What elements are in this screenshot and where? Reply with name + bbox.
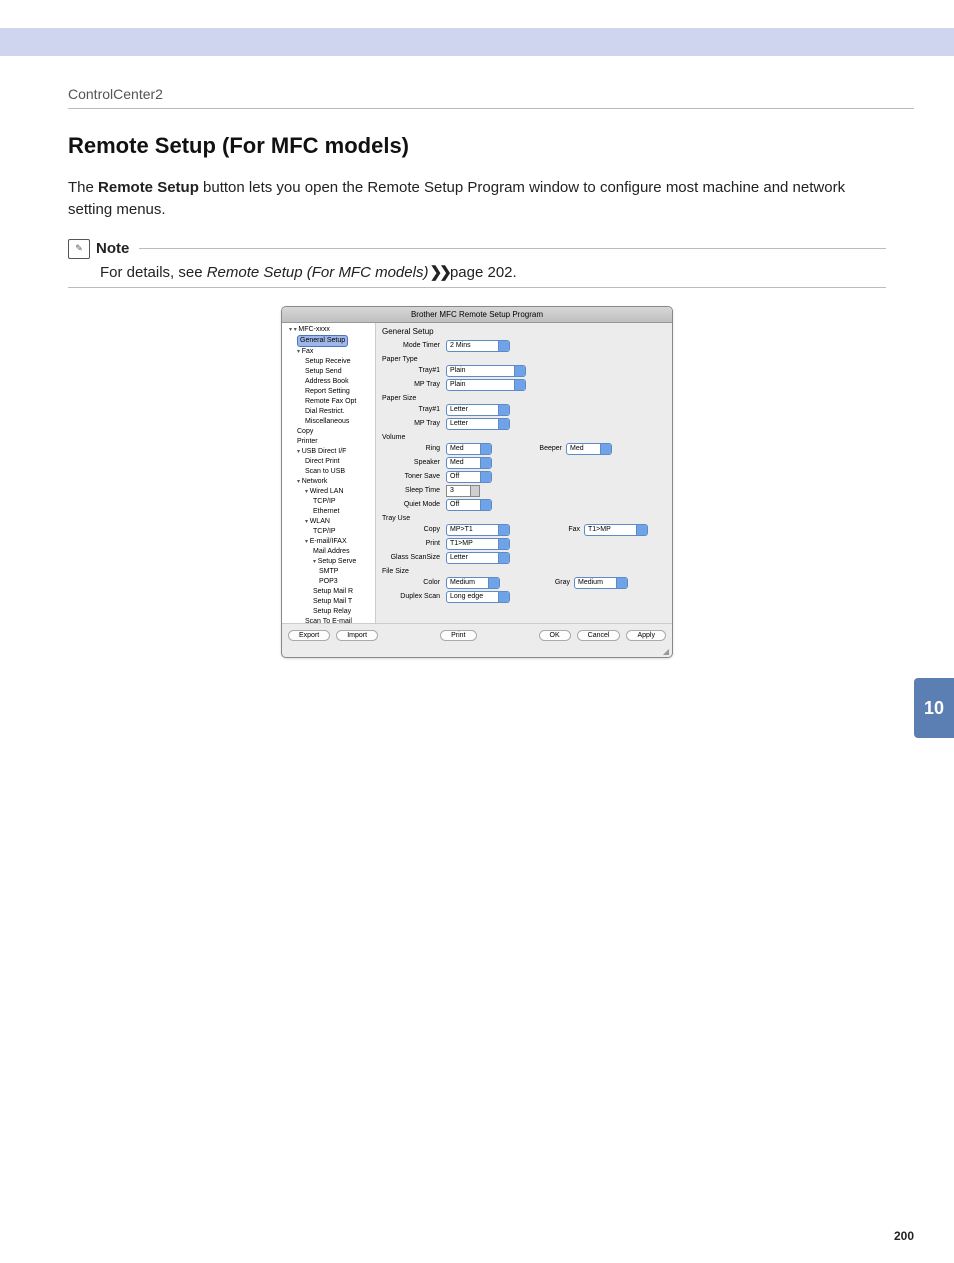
- beeper-select[interactable]: Med: [566, 443, 612, 455]
- paper-type-mp-select[interactable]: Plain: [446, 379, 526, 391]
- tree-item[interactable]: Setup Mail T: [285, 597, 375, 607]
- note-rule-bottom: [68, 287, 886, 288]
- tree-item[interactable]: Address Book: [285, 377, 375, 387]
- glass-scan-select[interactable]: Letter: [446, 552, 510, 564]
- tree-item[interactable]: ▾ Setup Serve: [285, 557, 375, 567]
- label-tray-use: Tray Use: [382, 515, 666, 522]
- tree-item[interactable]: POP3: [285, 577, 375, 587]
- tree-item[interactable]: Printer: [285, 437, 375, 447]
- tree-item[interactable]: TCP/IP: [285, 527, 375, 537]
- note-body: For details, see Remote Setup (For MFC m…: [100, 263, 886, 281]
- header-rule: [68, 108, 914, 109]
- label-volume: Volume: [382, 434, 666, 441]
- settings-tree[interactable]: ▾ MFC-xxxxGeneral Setup▾ FaxSetup Receiv…: [282, 323, 376, 623]
- resize-grip-icon: ◢: [282, 647, 672, 657]
- form-panel: General Setup Mode Timer 2 Mins Paper Ty…: [376, 323, 672, 623]
- ok-button[interactable]: OK: [539, 630, 571, 641]
- tree-item[interactable]: ▾ MFC-xxxx: [285, 325, 375, 335]
- tree-item[interactable]: Remote Fax Opt: [285, 397, 375, 407]
- label-quiet-mode: Quiet Mode: [382, 501, 446, 508]
- remote-setup-window: Brother MFC Remote Setup Program ▾ MFC-x…: [281, 306, 673, 658]
- tree-item[interactable]: Ethernet: [285, 507, 375, 517]
- page-number: 200: [894, 1229, 914, 1243]
- tree-item[interactable]: TCP/IP: [285, 497, 375, 507]
- import-button[interactable]: Import: [336, 630, 378, 641]
- sleep-time-stepper[interactable]: 3: [446, 485, 480, 497]
- apply-button[interactable]: Apply: [626, 630, 666, 641]
- button-row: Export Import Print OK Cancel Apply: [282, 623, 672, 647]
- paper-type-tray1-select[interactable]: Plain: [446, 365, 526, 377]
- top-accent-bar: [0, 28, 954, 56]
- tree-item[interactable]: ▾ Network: [285, 477, 375, 487]
- tray-print-select[interactable]: T1>MP: [446, 538, 510, 550]
- tree-item[interactable]: Scan To E-mail: [285, 617, 375, 623]
- tree-item[interactable]: Miscellaneous: [285, 417, 375, 427]
- label-mode-timer: Mode Timer: [382, 342, 446, 349]
- file-size-color-select[interactable]: Medium: [446, 577, 500, 589]
- intro-paragraph: The Remote Setup button lets you open th…: [68, 177, 886, 221]
- tree-item[interactable]: ▾ Wired LAN: [285, 487, 375, 497]
- section-heading: Remote Setup (For MFC models): [68, 133, 954, 159]
- tree-item[interactable]: Setup Mail R: [285, 587, 375, 597]
- tree-item[interactable]: ▾ E-mail/IFAX: [285, 537, 375, 547]
- cancel-button[interactable]: Cancel: [577, 630, 621, 641]
- toner-save-select[interactable]: Off: [446, 471, 492, 483]
- tree-item[interactable]: Report Setting: [285, 387, 375, 397]
- print-button[interactable]: Print: [440, 630, 476, 641]
- label-file-size: File Size: [382, 568, 666, 575]
- mode-timer-select[interactable]: 2 Mins: [446, 340, 510, 352]
- chapter-tab: 10: [914, 678, 954, 738]
- paper-size-mp-select[interactable]: Letter: [446, 418, 510, 430]
- note-icon: ✎: [68, 239, 90, 259]
- bold-term: Remote Setup: [98, 179, 199, 196]
- note-label: Note: [96, 240, 129, 257]
- tree-item[interactable]: Setup Receive: [285, 357, 375, 367]
- file-size-gray-select[interactable]: Medium: [574, 577, 628, 589]
- label-duplex: Duplex Scan: [382, 593, 446, 600]
- ring-select[interactable]: Med: [446, 443, 492, 455]
- tree-item[interactable]: ▾ WLAN: [285, 517, 375, 527]
- window-title: Brother MFC Remote Setup Program: [282, 307, 672, 323]
- paper-size-tray1-select[interactable]: Letter: [446, 404, 510, 416]
- label-sleep-time: Sleep Time: [382, 487, 446, 494]
- export-button[interactable]: Export: [288, 630, 330, 641]
- tree-item[interactable]: SMTP: [285, 567, 375, 577]
- duplex-select[interactable]: Long edge: [446, 591, 510, 603]
- label-paper-size: Paper Size: [382, 395, 666, 402]
- tree-item[interactable]: Setup Relay: [285, 607, 375, 617]
- form-heading: General Setup: [382, 327, 666, 336]
- label-toner-save: Toner Save: [382, 473, 446, 480]
- label-glass-scan: Glass ScanSize: [382, 554, 446, 561]
- tray-copy-select[interactable]: MP>T1: [446, 524, 510, 536]
- quiet-mode-select[interactable]: Off: [446, 499, 492, 511]
- tree-item[interactable]: General Setup: [285, 335, 375, 347]
- speaker-select[interactable]: Med: [446, 457, 492, 469]
- tree-item[interactable]: Setup Send: [285, 367, 375, 377]
- tree-item[interactable]: Dial Restrict.: [285, 407, 375, 417]
- tree-item[interactable]: ▾ USB Direct I/F: [285, 447, 375, 457]
- running-header: ControlCenter2: [68, 86, 954, 102]
- label-paper-type: Paper Type: [382, 356, 666, 363]
- tree-item[interactable]: Scan to USB: [285, 467, 375, 477]
- tree-item[interactable]: Mail Addres: [285, 547, 375, 557]
- tree-item[interactable]: Copy: [285, 427, 375, 437]
- tree-item[interactable]: Direct Print: [285, 457, 375, 467]
- note-rule-top: [139, 248, 886, 249]
- tray-fax-select[interactable]: T1>MP: [584, 524, 648, 536]
- tree-item[interactable]: ▾ Fax: [285, 347, 375, 357]
